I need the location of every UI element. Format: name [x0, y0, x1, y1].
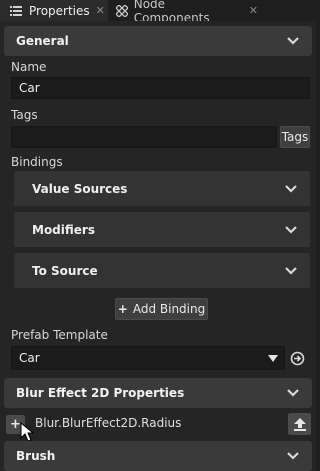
value-sources-section[interactable]: Value Sources — [14, 171, 310, 206]
prefab-template-value: Car — [19, 351, 40, 365]
components-icon — [114, 0, 130, 21]
prefab-template-dropdown[interactable]: Car — [11, 346, 285, 370]
chevron-down-icon — [285, 225, 297, 234]
general-section-header[interactable]: General — [4, 26, 312, 56]
tags-button[interactable]: Tags — [280, 126, 310, 148]
to-source-section[interactable]: To Source — [14, 253, 310, 288]
tab-properties[interactable]: Properties ✕ — [0, 0, 108, 21]
brush-title: Brush — [16, 449, 56, 463]
mouse-cursor-icon — [20, 422, 34, 442]
tags-field[interactable] — [11, 126, 277, 148]
upload-button[interactable] — [288, 413, 311, 435]
go-to-prefab-icon[interactable] — [290, 351, 305, 366]
dropdown-arrow-icon — [268, 355, 278, 362]
properties-panel: General Name Car Tags Tags Bindings Valu… — [0, 21, 320, 471]
chevron-down-icon — [285, 266, 297, 275]
bindings-label: Bindings — [11, 155, 63, 169]
chevron-down-icon — [285, 184, 297, 193]
list-icon — [8, 0, 24, 21]
to-source-title: To Source — [32, 263, 98, 278]
name-label: Name — [11, 60, 47, 74]
close-icon[interactable]: ✕ — [249, 4, 258, 17]
prefab-template-label: Prefab Template — [11, 328, 108, 342]
modifiers-title: Modifiers — [32, 222, 95, 237]
blur-radius-property-label: Blur.BlurEffect2D.Radius — [35, 416, 182, 430]
modifiers-section[interactable]: Modifiers — [14, 212, 310, 247]
chevron-down-icon — [287, 37, 299, 45]
tab-properties-label: Properties — [29, 3, 90, 18]
add-binding-label: Add Binding — [132, 302, 206, 316]
general-title: General — [16, 34, 69, 48]
brush-section-header[interactable]: Brush — [4, 441, 312, 471]
name-field[interactable]: Car — [11, 77, 310, 99]
close-icon[interactable]: ✕ — [96, 4, 105, 17]
blur-effect-section-header[interactable]: Blur Effect 2D Properties — [4, 378, 312, 408]
tags-label: Tags — [11, 108, 38, 122]
plus-icon: + — [117, 302, 128, 316]
chevron-down-icon — [287, 389, 299, 397]
add-binding-button[interactable]: + Add Binding — [115, 298, 208, 320]
tab-node-components[interactable]: Node Components ✕ — [108, 0, 258, 25]
scrollbar-track[interactable] — [316, 21, 320, 471]
upload-icon — [293, 417, 306, 431]
blur-effect-title: Blur Effect 2D Properties — [16, 386, 185, 400]
chevron-down-icon — [287, 452, 299, 460]
tab-bar: Properties ✕ Node Components ✕ — [0, 0, 320, 25]
value-sources-title: Value Sources — [32, 181, 128, 196]
